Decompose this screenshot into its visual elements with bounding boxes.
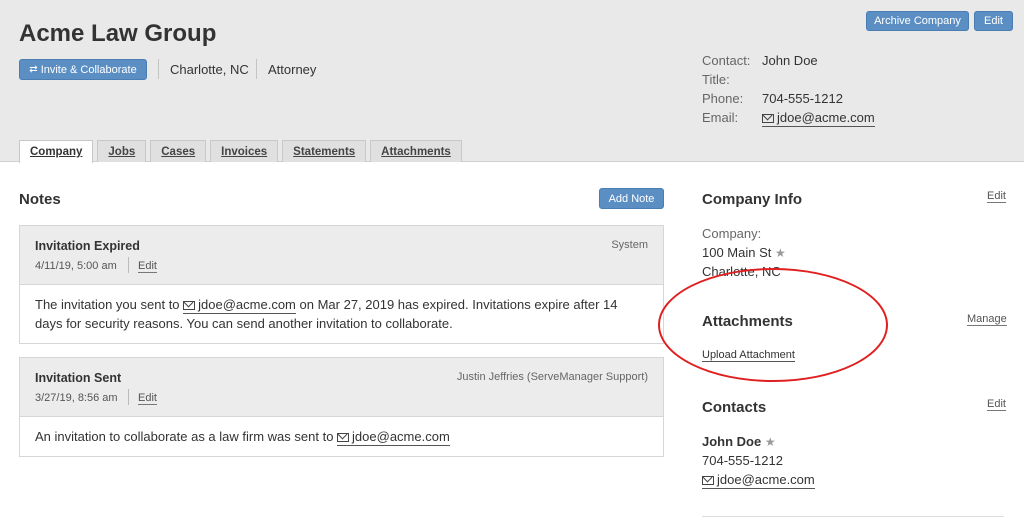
tab-invoices[interactable]: Invoices [210,140,279,162]
company-header: Acme Law Group ⇄ Invite & Collaborate Ch… [0,0,1024,163]
note-header: Invitation Sent 3/27/19, 8:56 am Edit Ju… [20,358,663,417]
note-body: An invitation to collaborate as a law fi… [20,417,663,456]
note-edit-link[interactable]: Edit [138,392,157,405]
note-header: Invitation Expired 4/11/19, 5:00 am Edit… [20,226,663,285]
invite-label: Invite & Collaborate [40,63,137,76]
company-type: Attorney [268,62,317,77]
mail-icon [702,476,714,485]
email-link[interactable]: jdoe@acme.com [762,110,875,127]
contact-phone: 704-555-1212 [702,453,783,468]
contacts-title: Contacts [702,399,767,416]
star-icon: ★ [764,435,776,449]
note-card: Invitation Expired 4/11/19, 5:00 am Edit… [19,225,664,344]
address-text: 100 Main St [702,245,772,260]
manage-attachments-link[interactable]: Manage [967,313,1007,326]
note-text: An invitation to collaborate as a law fi… [35,429,338,444]
contact-name-text: John Doe [702,434,762,449]
contact-value: John Doe [762,53,818,68]
note-date: 4/11/19, 5:00 am [35,260,117,272]
contact-name: John Doe ★ [702,434,776,449]
divider [128,389,129,405]
contacts-edit-link[interactable]: Edit [987,398,1006,411]
divider [256,59,257,79]
edit-company-button[interactable]: Edit [974,11,1013,31]
page-title: Acme Law Group [19,20,217,47]
tab-jobs[interactable]: Jobs [97,140,147,162]
mail-icon [762,114,774,123]
company-info-title: Company Info [702,191,802,208]
tab-statements[interactable]: Statements [282,140,367,162]
note-email: jdoe@acme.com [352,429,450,444]
contact-email-link[interactable]: jdoe@acme.com [702,472,815,489]
sync-icon: ⇄ [29,64,38,75]
divider [128,257,129,273]
email-value: jdoe@acme.com [777,110,875,125]
invite-collaborate-button[interactable]: ⇄ Invite & Collaborate [19,59,147,80]
divider [702,516,1004,517]
note-email-link[interactable]: jdoe@acme.com [337,429,450,446]
contact-email-text: jdoe@acme.com [717,472,815,487]
note-email-link[interactable]: jdoe@acme.com [183,297,296,314]
contact-label: Contact: [702,53,751,68]
company-location: Charlotte, NC [170,62,249,77]
tab-company[interactable]: Company [19,140,94,163]
company-info-label: Company: [702,226,762,241]
mail-icon [337,433,350,442]
divider [158,59,159,79]
tab-attachments[interactable]: Attachments [370,140,462,162]
add-note-button[interactable]: Add Note [599,188,664,209]
note-body: The invitation you sent to jdoe@acme.com… [20,285,663,343]
phone-value: 704-555-1212 [762,91,843,106]
note-card: Invitation Sent 3/27/19, 8:56 am Edit Ju… [19,357,664,457]
tab-bar: Company Jobs Cases Invoices Statements A… [19,140,466,163]
note-edit-link[interactable]: Edit [138,260,157,273]
company-info-edit-link[interactable]: Edit [987,190,1006,203]
note-date: 3/27/19, 8:56 am [35,392,118,404]
company-address: 100 Main St ★ [702,245,786,260]
star-icon: ★ [775,246,786,260]
title-label: Title: [702,72,730,87]
tab-cases[interactable]: Cases [150,140,207,162]
note-text: The invitation you sent to [35,297,184,312]
archive-company-button[interactable]: Archive Company [866,11,969,31]
notes-title: Notes [19,191,61,208]
contact-email: jdoe@acme.com [702,472,815,489]
phone-label: Phone: [702,91,744,106]
highlight-circle [658,268,888,382]
note-email: jdoe@acme.com [198,297,296,312]
note-title: Invitation Expired [35,239,140,253]
note-author: Justin Jeffries (ServeManager Support) [456,371,648,383]
email-label: Email: [702,110,739,125]
note-author: System [611,239,648,251]
note-title: Invitation Sent [35,371,122,385]
mail-icon [183,301,196,310]
